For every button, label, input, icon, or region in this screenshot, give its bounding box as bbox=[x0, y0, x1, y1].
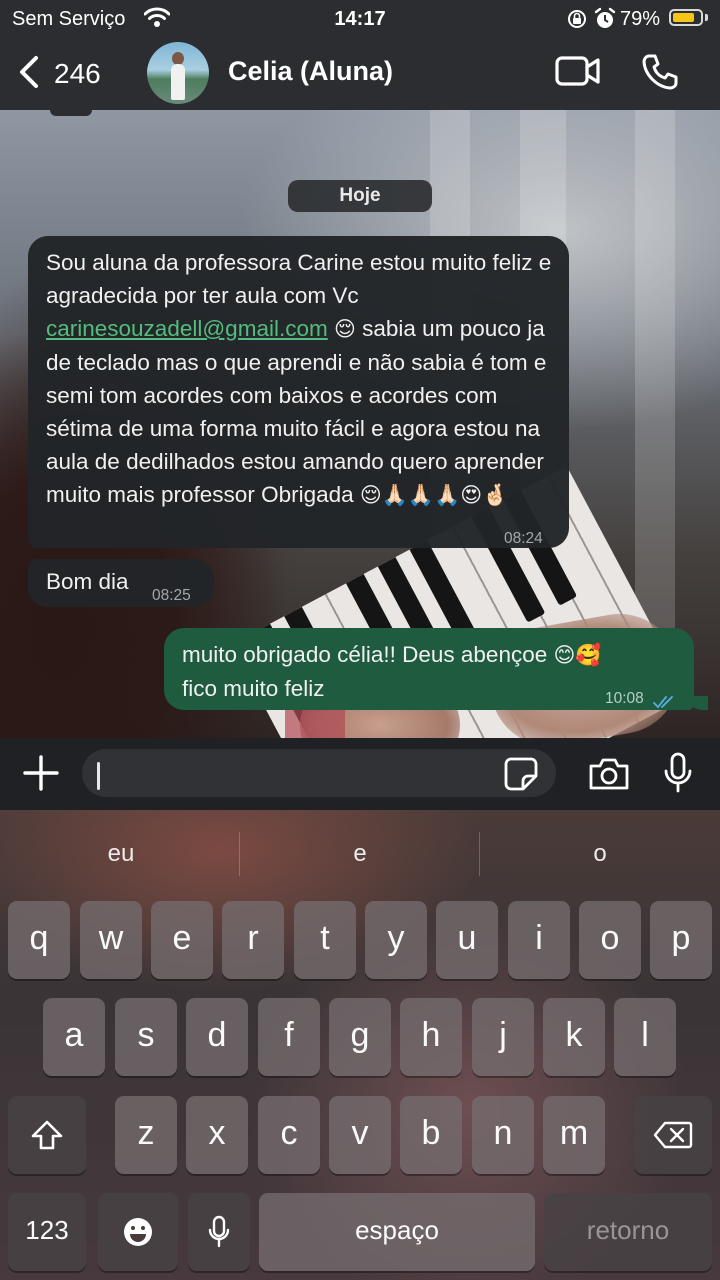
backspace-key[interactable] bbox=[634, 1096, 712, 1174]
message-text: Sou aluna da professora Carine estou mui… bbox=[46, 246, 561, 512]
read-receipt-icon bbox=[653, 685, 677, 718]
relieved-emoji: 😌 bbox=[333, 317, 356, 341]
back-button[interactable]: 246 bbox=[18, 50, 101, 98]
dictation-key[interactable] bbox=[188, 1193, 250, 1271]
microphone-button[interactable] bbox=[662, 752, 694, 799]
rotation-lock-icon bbox=[566, 8, 588, 36]
message-emojis: 😌🙏🏻🙏🏻🙏🏻😍🤞🏻 bbox=[359, 483, 509, 507]
suggestion-item[interactable]: e bbox=[241, 840, 479, 868]
wallpaper-stripe bbox=[635, 110, 675, 630]
key[interactable]: x bbox=[186, 1096, 248, 1174]
text-caret bbox=[97, 762, 100, 790]
key[interactable]: b bbox=[400, 1096, 462, 1174]
suggestion-item[interactable]: o bbox=[481, 840, 719, 868]
key[interactable]: d bbox=[186, 998, 248, 1076]
camera-button[interactable] bbox=[587, 756, 631, 797]
key[interactable]: y bbox=[365, 901, 427, 979]
message-text-part: sabia um pouco ja de teclado mas o que a… bbox=[46, 316, 547, 507]
video-call-button[interactable] bbox=[554, 54, 602, 93]
incoming-message[interactable]: Bom dia 08:25 bbox=[28, 559, 214, 607]
battery-level bbox=[673, 13, 694, 22]
key[interactable]: c bbox=[258, 1096, 320, 1174]
message-text-part: muito obrigado célia!! Deus abençoe bbox=[182, 642, 554, 667]
suggestion-item[interactable]: eu bbox=[2, 840, 240, 868]
battery-icon bbox=[669, 9, 703, 26]
key[interactable]: r bbox=[222, 901, 284, 979]
message-input[interactable] bbox=[82, 749, 556, 797]
key[interactable]: t bbox=[294, 901, 356, 979]
message-text-part: fico muito feliz bbox=[182, 676, 325, 701]
email-link[interactable]: carinesouzadell@gmail.com bbox=[46, 316, 328, 341]
message-composer bbox=[0, 738, 720, 810]
header-edge bbox=[50, 110, 92, 116]
key[interactable]: f bbox=[258, 998, 320, 1076]
message-time: 08:25 bbox=[152, 587, 191, 604]
key[interactable]: p bbox=[650, 901, 712, 979]
status-bar: Sem Serviço 14:17 79% bbox=[0, 0, 720, 40]
camera-icon bbox=[587, 758, 631, 796]
key[interactable]: k bbox=[543, 998, 605, 1076]
key[interactable]: u bbox=[436, 901, 498, 979]
key[interactable]: o bbox=[579, 901, 641, 979]
numbers-key[interactable]: 123 bbox=[8, 1193, 86, 1271]
shift-icon bbox=[30, 1114, 64, 1152]
key[interactable]: e bbox=[151, 901, 213, 979]
suggestion-divider bbox=[479, 832, 480, 876]
chat-header: 246 Celia (Aluna) bbox=[0, 40, 720, 110]
key[interactable]: g bbox=[329, 998, 391, 1076]
attach-button[interactable] bbox=[22, 754, 60, 797]
message-text-part: Sou aluna da professora Carine estou mui… bbox=[46, 250, 552, 308]
key[interactable]: v bbox=[329, 1096, 391, 1174]
key[interactable]: i bbox=[508, 901, 570, 979]
microphone-icon bbox=[207, 1211, 231, 1249]
outgoing-message[interactable]: muito obrigado célia!! Deus abençoe 😊🥰 fi… bbox=[164, 628, 694, 710]
battery-tip bbox=[705, 14, 708, 21]
message-emojis: 😊🥰 bbox=[553, 643, 602, 667]
key[interactable]: n bbox=[472, 1096, 534, 1174]
keyboard: eu e o q w e r t y u i o p a s d f g h j… bbox=[0, 810, 720, 1280]
plus-icon bbox=[22, 755, 60, 796]
microphone-icon bbox=[662, 752, 694, 798]
message-time: 10:08 bbox=[605, 690, 644, 707]
video-call-icon bbox=[554, 56, 602, 92]
return-key[interactable]: retorno bbox=[544, 1193, 712, 1271]
message-text: Bom dia bbox=[46, 569, 129, 594]
key[interactable]: m bbox=[543, 1096, 605, 1174]
alarm-icon bbox=[594, 7, 616, 37]
message-time: 08:24 bbox=[504, 530, 543, 547]
key[interactable]: q bbox=[8, 901, 70, 979]
suggestion-divider bbox=[239, 832, 240, 876]
avatar-person-body bbox=[171, 64, 185, 100]
date-separator: Hoje bbox=[288, 180, 432, 212]
emoji-icon bbox=[122, 1211, 154, 1249]
sticker-icon bbox=[503, 757, 539, 796]
key[interactable]: h bbox=[400, 998, 462, 1076]
chevron-left-icon bbox=[18, 55, 40, 94]
key[interactable]: s bbox=[115, 998, 177, 1076]
key[interactable]: j bbox=[472, 998, 534, 1076]
contact-avatar[interactable] bbox=[147, 42, 209, 104]
phone-icon bbox=[640, 54, 680, 96]
voice-call-button[interactable] bbox=[640, 52, 680, 97]
key[interactable]: l bbox=[614, 998, 676, 1076]
backspace-icon bbox=[653, 1114, 693, 1152]
unread-count: 246 bbox=[54, 58, 101, 89]
emoji-key[interactable] bbox=[98, 1193, 178, 1271]
battery-percentage: 79% bbox=[620, 8, 661, 30]
incoming-message[interactable]: Sou aluna da professora Carine estou mui… bbox=[28, 236, 569, 548]
shift-key[interactable] bbox=[8, 1096, 86, 1174]
key[interactable]: z bbox=[115, 1096, 177, 1174]
sticker-button[interactable] bbox=[503, 756, 539, 797]
space-key[interactable]: espaço bbox=[259, 1193, 535, 1271]
contact-name[interactable]: Celia (Aluna) bbox=[228, 56, 393, 87]
key[interactable]: a bbox=[43, 998, 105, 1076]
key[interactable]: w bbox=[80, 901, 142, 979]
